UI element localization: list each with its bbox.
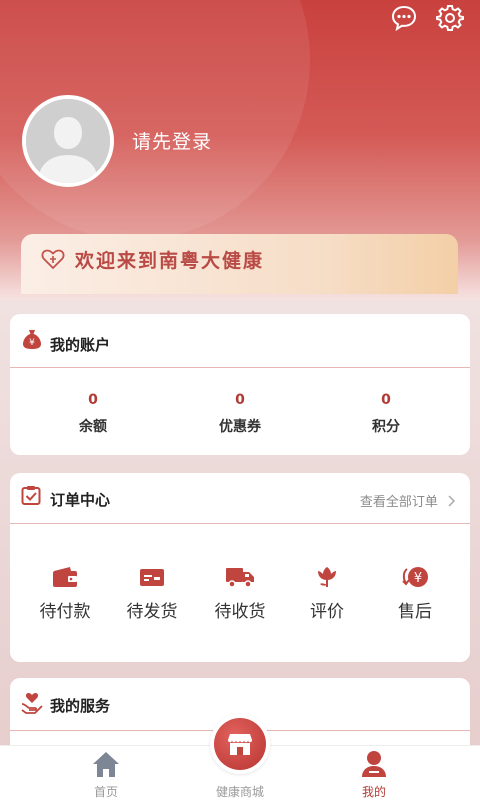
account-card: ¥ 我的账户 0 余额 0 优惠券 0 积分 bbox=[10, 314, 470, 455]
tab-label: 首页 bbox=[93, 785, 118, 799]
flower-icon bbox=[318, 567, 336, 587]
store-icon bbox=[228, 734, 252, 755]
coupon-stat[interactable]: 0 优惠券 bbox=[190, 392, 290, 436]
order-label: 售后 bbox=[398, 602, 432, 622]
yen-return-icon: ¥ bbox=[402, 567, 428, 587]
view-all-orders-link[interactable]: 查看全部订单 bbox=[360, 491, 456, 510]
balance-label: 余额 bbox=[79, 419, 107, 435]
order-label: 待收货 bbox=[214, 602, 266, 622]
wallet-icon bbox=[53, 567, 77, 587]
orders-title: 订单中心 bbox=[50, 491, 111, 509]
user-icon bbox=[362, 751, 386, 777]
tab-health-mall[interactable] bbox=[210, 714, 270, 774]
login-prompt[interactable]: 请先登录 bbox=[132, 127, 212, 154]
svg-text:¥: ¥ bbox=[29, 338, 35, 348]
gear-icon[interactable] bbox=[436, 4, 464, 32]
heart-icon bbox=[41, 249, 65, 270]
message-icon[interactable] bbox=[390, 4, 418, 32]
divider bbox=[10, 523, 470, 524]
account-title: 我的账户 bbox=[50, 336, 111, 354]
balance-value: 0 bbox=[88, 392, 98, 408]
card-icon bbox=[140, 569, 164, 586]
welcome-text: 欢迎来到南粤大健康 bbox=[75, 250, 265, 272]
tab-home[interactable]: 首页 bbox=[66, 750, 146, 800]
home-icon bbox=[93, 752, 119, 777]
divider bbox=[10, 367, 470, 368]
points-stat[interactable]: 0 积分 bbox=[336, 392, 436, 436]
services-title: 我的服务 bbox=[50, 697, 111, 715]
money-bag-icon: ¥ bbox=[23, 330, 41, 349]
avatar[interactable] bbox=[22, 95, 114, 187]
heart-hand-icon bbox=[21, 693, 43, 714]
orders-card: 订单中心 查看全部订单 待付款 待发货 待收货 评价 ¥ 售后 bbox=[10, 473, 470, 662]
order-review[interactable]: 评价 bbox=[287, 565, 367, 622]
tab-label-mall[interactable]: 健康商城 bbox=[200, 783, 280, 800]
welcome-banner: 欢迎来到南粤大健康 bbox=[21, 234, 458, 294]
chevron-right-icon bbox=[448, 495, 456, 507]
balance-stat[interactable]: 0 余额 bbox=[43, 392, 143, 436]
order-pending-payment[interactable]: 待付款 bbox=[25, 565, 105, 622]
points-value: 0 bbox=[381, 392, 391, 408]
mall-button-bg bbox=[214, 718, 266, 770]
truck-icon bbox=[226, 568, 254, 588]
tab-mine[interactable]: 我的 bbox=[334, 750, 414, 800]
order-pending-receipt[interactable]: 待收货 bbox=[200, 565, 280, 622]
default-user-icon bbox=[26, 99, 110, 183]
order-pending-shipment[interactable]: 待发货 bbox=[112, 565, 192, 622]
profile-header: 请先登录 欢迎来到南粤大健康 bbox=[0, 0, 480, 300]
coupon-label: 优惠券 bbox=[219, 419, 261, 435]
svg-text:¥: ¥ bbox=[414, 571, 422, 586]
order-label: 待付款 bbox=[39, 602, 91, 622]
view-all-label: 查看全部订单 bbox=[359, 495, 438, 510]
clipboard-check-icon bbox=[21, 486, 41, 505]
points-label: 积分 bbox=[372, 419, 400, 435]
coupon-value: 0 bbox=[235, 392, 245, 408]
order-label: 待发货 bbox=[126, 602, 178, 622]
order-label: 评价 bbox=[310, 602, 344, 622]
order-after-sales[interactable]: ¥ 售后 bbox=[375, 565, 455, 622]
tab-label: 我的 bbox=[361, 785, 386, 799]
